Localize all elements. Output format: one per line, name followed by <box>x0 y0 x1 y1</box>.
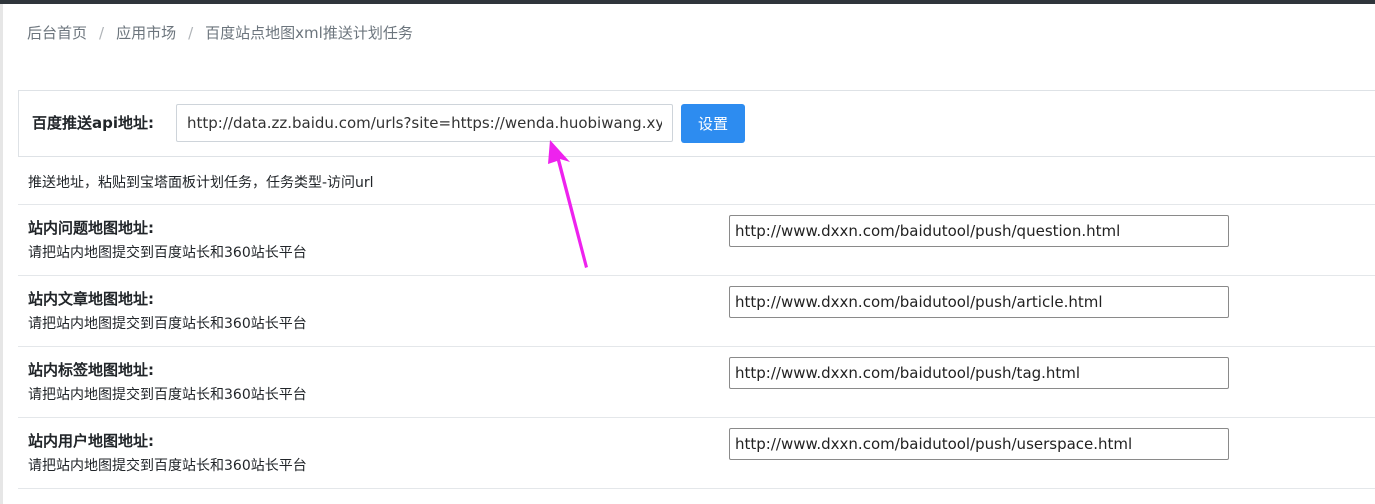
api-url-label: 百度推送api地址: <box>32 114 155 132</box>
question-sitemap-url-input[interactable] <box>729 215 1229 247</box>
row-description: 请把站内地图提交到百度站长和360站长平台 <box>28 245 307 261</box>
userspace-sitemap-url-input[interactable] <box>729 428 1229 460</box>
arrow-up-icon <box>548 140 588 268</box>
set-button[interactable]: 设置 <box>681 104 745 143</box>
sitemap-row-article: 站内文章地图地址: 请把站内地图提交到百度站长和360站长平台 <box>0 276 1375 346</box>
row-title: 站内用户地图地址: <box>28 432 154 450</box>
divider <box>18 488 1375 489</box>
row-description: 请把站内地图提交到百度站长和360站长平台 <box>28 316 307 332</box>
api-settings-panel: 百度推送api地址: 设置 <box>18 90 1375 157</box>
sitemap-row-userspace: 站内用户地图地址: 请把站内地图提交到百度站长和360站长平台 <box>0 418 1375 488</box>
breadcrumb-separator: / <box>99 24 105 42</box>
breadcrumb-separator: / <box>188 24 194 42</box>
breadcrumb-home[interactable]: 后台首页 <box>27 24 87 42</box>
row-description: 请把站内地图提交到百度站长和360站长平台 <box>28 458 307 474</box>
sitemap-row-tag: 站内标签地图地址: 请把站内地图提交到百度站长和360站长平台 <box>0 347 1375 417</box>
row-title: 站内标签地图地址: <box>28 361 154 379</box>
sitemap-row-question: 站内问题地图地址: 请把站内地图提交到百度站长和360站长平台 <box>0 205 1375 275</box>
row-title: 站内问题地图地址: <box>28 219 154 237</box>
row-title: 站内文章地图地址: <box>28 290 154 308</box>
breadcrumb-app-market[interactable]: 应用市场 <box>116 24 176 42</box>
article-sitemap-url-input[interactable] <box>729 286 1229 318</box>
breadcrumb: 后台首页 / 应用市场 / 百度站点地图xml推送计划任务 <box>27 22 413 44</box>
row-description: 请把站内地图提交到百度站长和360站长平台 <box>28 387 307 403</box>
top-bar <box>0 0 1375 4</box>
breadcrumb-current: 百度站点地图xml推送计划任务 <box>205 24 413 42</box>
tag-sitemap-url-input[interactable] <box>729 357 1229 389</box>
push-url-note: 推送地址，粘贴到宝塔面板计划任务，任务类型-访问url <box>28 175 374 191</box>
